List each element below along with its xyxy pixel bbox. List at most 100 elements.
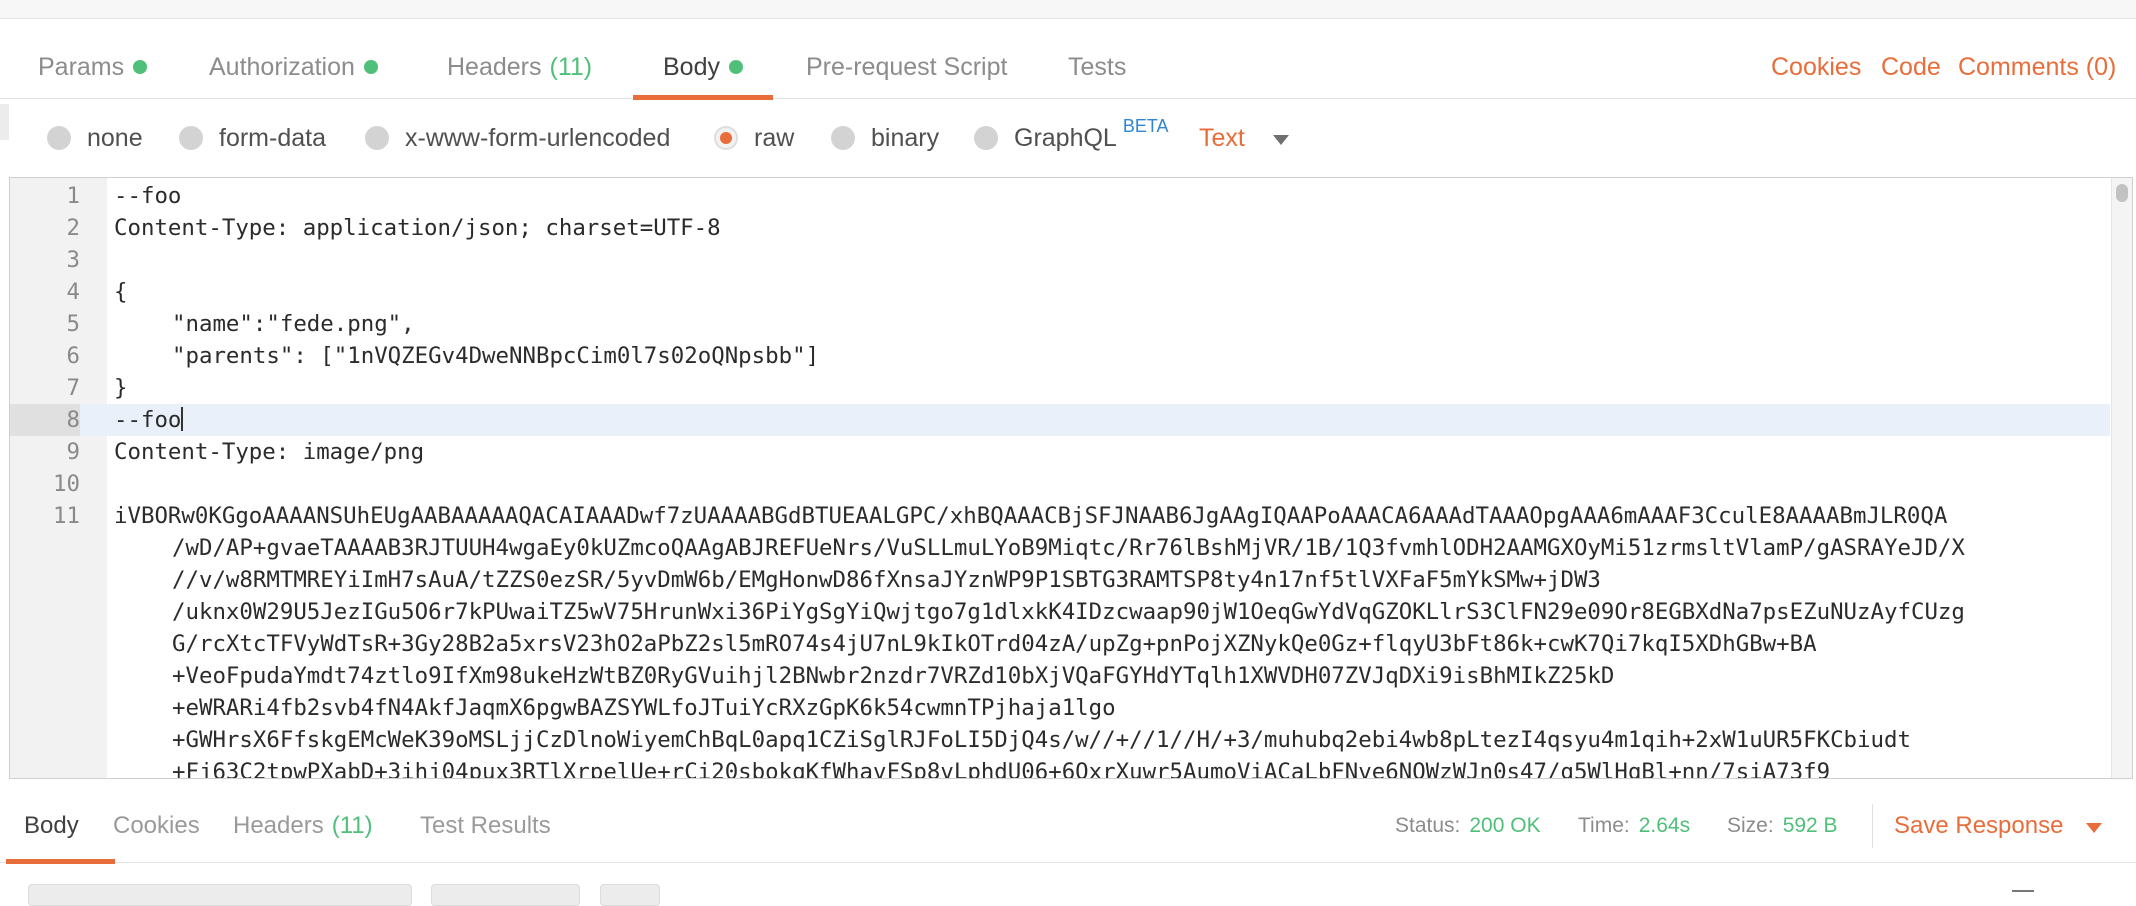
save-response-button[interactable]: Save Response: [1894, 790, 2063, 862]
radio-raw-label: raw: [754, 123, 795, 152]
line-text-wrapped: /wD/AP+gvaeTAAAAB3RJTUUH4wgaEy0kUZmcoQAA…: [172, 535, 1965, 561]
radio-graphql-label: GraphQL: [1014, 123, 1117, 152]
radio-graphql[interactable]: GraphQL BETA: [974, 99, 1169, 177]
editor-line: 4 {: [10, 276, 2110, 308]
editor-line: 7 }: [10, 372, 2110, 404]
radio-none-label: none: [87, 123, 143, 152]
radio-none-circle[interactable]: [47, 126, 71, 150]
response-tab-test-results-label: Test Results: [420, 812, 551, 839]
cookies-link[interactable]: Cookies: [1771, 36, 1861, 98]
tab-headers[interactable]: Headers (11): [447, 36, 592, 98]
line-text-wrapped: /uknx0W29U5JezIGu5O6r7kPUwaiTZ5wV75HrunW…: [172, 599, 1965, 625]
tab-tests-label: Tests: [1068, 52, 1127, 81]
line-text: "parents": ["1nVQZEGv4DweNNBpcCim0l7s02o…: [172, 343, 820, 369]
line-number: 7: [66, 375, 80, 401]
editor-line: +VeoFpudaYmdt74ztlo9IfXm98ukeHzWtBZ0RyGV…: [10, 660, 2110, 692]
response-tab-cookies-label: Cookies: [113, 812, 200, 839]
size-value: 592 B: [1782, 814, 1838, 837]
status-value: 200 OK: [1469, 814, 1541, 837]
tab-params-label: Params: [38, 52, 125, 81]
tab-authorization-label: Authorization: [209, 52, 355, 81]
top-strip: [0, 0, 2136, 19]
editor-line: +GWHrsX6FfskgEMcWeK39oMSLjjCzDlnoWiyemCh…: [10, 724, 2110, 756]
line-text: --foo: [114, 407, 182, 433]
editor-line: 11 iVBORw0KGgoAAAANSUhEUgAABAAAAAQACAIAA…: [10, 500, 2110, 532]
line-text: iVBORw0KGgoAAAANSUhEUgAABAAAAAQACAIAAADw…: [114, 503, 1948, 529]
editor-line: 10: [10, 468, 2110, 500]
line-number: 5: [66, 311, 80, 337]
editor-line: 5 "name":"fede.png",: [10, 308, 2110, 340]
radio-urlencoded-circle[interactable]: [365, 126, 389, 150]
editor-scrollbar-thumb[interactable]: [2116, 184, 2128, 202]
tab-body-label: Body: [663, 52, 720, 81]
editor-scrollbar[interactable]: [2111, 178, 2132, 778]
body-status-dot: [728, 60, 743, 74]
authorization-status-dot: [363, 60, 378, 74]
editor-line: +Fj63C2tpwPXabD+3ihj04pux3RTlXrpelUe+rCi…: [10, 756, 2110, 779]
line-text: Content-Type: image/png: [114, 439, 425, 465]
line-text: {: [114, 279, 128, 305]
radio-graphql-circle[interactable]: [974, 126, 998, 150]
line-number: 6: [66, 343, 80, 369]
chevron-down-icon[interactable]: [1273, 135, 1289, 145]
headers-count: (11): [549, 52, 593, 81]
line-text-wrapped: +eWRARi4fb2svb4fN4AkfJaqmX6pgwBAZSYWLfoJ…: [172, 695, 1116, 721]
editor-line: /uknx0W29U5JezIGu5O6r7kPUwaiTZ5wV75HrunW…: [10, 596, 2110, 628]
response-bar: Body Cookies Headers (11) Test Results S…: [0, 790, 2136, 864]
radio-raw[interactable]: raw: [714, 99, 794, 177]
code-editor[interactable]: 1 --foo 2 Content-Type: application/json…: [9, 177, 2133, 779]
copy-icon[interactable]: [2012, 890, 2034, 900]
size-label: Size:: [1727, 814, 1774, 837]
time-label: Time:: [1578, 814, 1630, 837]
editor-line: 9 Content-Type: image/png: [10, 436, 2110, 468]
code-link[interactable]: Code: [1881, 36, 1941, 98]
response-view-control[interactable]: [28, 884, 412, 906]
tab-headers-label: Headers: [447, 52, 542, 81]
radio-raw-circle[interactable]: [714, 126, 738, 150]
text-cursor: [181, 407, 184, 431]
line-number: 8: [10, 404, 80, 436]
response-format-control[interactable]: [431, 884, 580, 906]
radio-form-data[interactable]: form-data: [179, 99, 326, 177]
response-tab-headers-label: Headers: [233, 812, 324, 839]
request-tabs: Params Authorization Headers (11) Body P…: [0, 36, 2136, 100]
response-tab-headers[interactable]: Headers (11): [233, 790, 373, 862]
line-text-active: --foo: [114, 404, 184, 436]
line-text-wrapped: +Fj63C2tpwPXabD+3ihj04pux3RTlXrpelUe+rCi…: [172, 759, 1831, 779]
radio-x-www-form-urlencoded[interactable]: x-www-form-urlencoded: [365, 99, 670, 177]
response-tab-body[interactable]: Body: [6, 790, 115, 864]
wrap-control[interactable]: [600, 884, 660, 906]
tab-tests[interactable]: Tests: [1068, 36, 1126, 98]
tab-authorization[interactable]: Authorization: [209, 36, 378, 98]
radio-binary[interactable]: binary: [831, 99, 939, 177]
line-text: "name":"fede.png",: [172, 311, 415, 337]
radio-binary-circle[interactable]: [831, 126, 855, 150]
radio-urlencoded-label: x-www-form-urlencoded: [405, 123, 671, 152]
line-number: 4: [66, 279, 80, 305]
tab-body[interactable]: Body: [633, 36, 773, 100]
editor-line: /wD/AP+gvaeTAAAAB3RJTUUH4wgaEy0kUZmcoQAA…: [10, 532, 2110, 564]
line-text: }: [114, 375, 128, 401]
divider: [1872, 804, 1873, 848]
response-tab-test-results[interactable]: Test Results: [420, 790, 551, 862]
editor-line: +eWRARi4fb2svb4fN4AkfJaqmX6pgwBAZSYWLfoJ…: [10, 692, 2110, 724]
time-readout: Time: 2.64s: [1578, 790, 1690, 862]
response-tab-cookies[interactable]: Cookies: [113, 790, 200, 862]
body-mode-options: none form-data x-www-form-urlencoded raw…: [0, 99, 2136, 177]
save-response-chevron-down-icon[interactable]: [2086, 823, 2102, 833]
editor-line: 2 Content-Type: application/json; charse…: [10, 212, 2110, 244]
time-value: 2.64s: [1638, 814, 1691, 837]
status-readout: Status: 200 OK: [1395, 790, 1541, 862]
line-text-wrapped: +VeoFpudaYmdt74ztlo9IfXm98ukeHzWtBZ0RyGV…: [172, 663, 1615, 689]
editor-line: 6 "parents": ["1nVQZEGv4DweNNBpcCim0l7s0…: [10, 340, 2110, 372]
line-number: 11: [53, 503, 80, 529]
radio-binary-label: binary: [871, 123, 940, 152]
response-headers-count: (11): [331, 812, 373, 839]
comments-link[interactable]: Comments (0): [1958, 36, 2116, 98]
raw-type-dropdown[interactable]: Text: [1199, 99, 1245, 177]
tab-pre-request-script[interactable]: Pre-request Script: [806, 36, 1007, 98]
radio-form-data-circle[interactable]: [179, 126, 203, 150]
radio-none[interactable]: none: [47, 99, 143, 177]
line-number: 1: [66, 183, 80, 209]
tab-params[interactable]: Params: [38, 36, 148, 98]
